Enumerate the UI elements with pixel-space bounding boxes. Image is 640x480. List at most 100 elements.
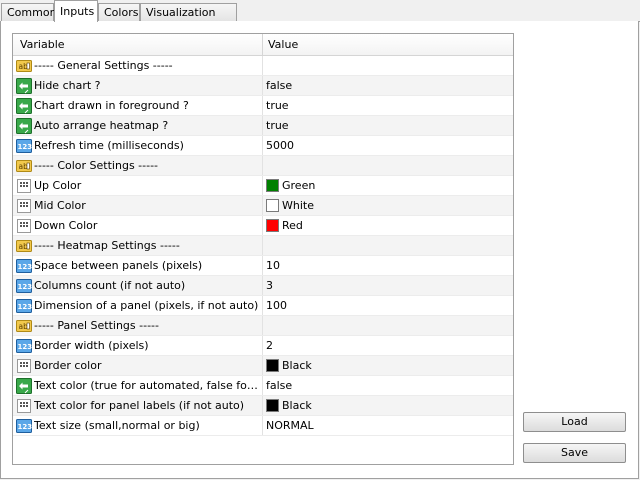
variable-cell[interactable]: ab ----- General Settings ----- — [13, 56, 263, 75]
value-text: Red — [282, 219, 303, 232]
grid-rows: ab ----- General Settings ----- Hide chart… — [13, 56, 513, 436]
value-cell[interactable]: 10 — [264, 256, 513, 275]
text-param-icon: ab — [16, 238, 32, 254]
value-cell[interactable]: true — [264, 116, 513, 135]
value-text: 10 — [266, 259, 280, 272]
load-button[interactable]: Load — [523, 412, 626, 432]
value-cell[interactable]: false — [264, 376, 513, 395]
tab-inputs[interactable]: Inputs — [54, 0, 98, 22]
value-text: false — [266, 79, 293, 92]
grid-row[interactable]: ab ----- Heatmap Settings ----- — [13, 236, 513, 256]
value-cell[interactable]: 100 — [264, 296, 513, 315]
variable-cell[interactable]: Auto arrange heatmap ? — [13, 116, 263, 135]
variable-cell[interactable]: Down Color — [13, 216, 263, 235]
value-cell[interactable] — [264, 236, 513, 255]
value-cell[interactable]: 3 — [264, 276, 513, 295]
variable-cell[interactable]: Up Color — [13, 176, 263, 195]
value-text: true — [266, 119, 289, 132]
grid-row[interactable]: ab ----- Color Settings ----- — [13, 156, 513, 176]
color-swatch[interactable] — [266, 179, 279, 192]
grid-row[interactable]: 123 Space between panels (pixels) 10 — [13, 256, 513, 276]
variable-cell[interactable]: 123 Text size (small,normal or big) — [13, 416, 263, 435]
tab-colors[interactable]: Colors — [98, 3, 140, 21]
inputs-grid: Variable Value ab ----- General Settings … — [12, 33, 514, 465]
variable-cell[interactable]: 123 Dimension of a panel (pixels, if not … — [13, 296, 263, 315]
svg-text:ab: ab — [19, 162, 29, 171]
value-cell[interactable]: NORMAL — [264, 416, 513, 435]
grid-row[interactable]: ab ----- Panel Settings ----- — [13, 316, 513, 336]
grid-row[interactable]: Mid Color White — [13, 196, 513, 216]
variable-cell[interactable]: ab ----- Heatmap Settings ----- — [13, 236, 263, 255]
variable-cell[interactable]: ab ----- Panel Settings ----- — [13, 316, 263, 335]
value-text: 5000 — [266, 139, 294, 152]
variable-name: Text color (true for automated, false fo… — [34, 379, 260, 392]
value-cell[interactable]: 5000 — [264, 136, 513, 155]
variable-name: Up Color — [34, 179, 82, 192]
value-text: Green — [282, 179, 316, 192]
value-cell[interactable] — [264, 316, 513, 335]
variable-cell[interactable]: Mid Color — [13, 196, 263, 215]
value-cell[interactable]: false — [264, 76, 513, 95]
value-text: Black — [282, 359, 312, 372]
variable-cell[interactable]: 123 Columns count (if not auto) — [13, 276, 263, 295]
variable-name: Columns count (if not auto) — [34, 279, 186, 292]
variable-cell[interactable]: Text color for panel labels (if not auto… — [13, 396, 263, 415]
value-cell[interactable]: Red — [264, 216, 513, 235]
variable-cell[interactable]: Hide chart ? — [13, 76, 263, 95]
variable-cell[interactable]: 123 Space between panels (pixels) — [13, 256, 263, 275]
grid-row[interactable]: ab ----- General Settings ----- — [13, 56, 513, 76]
color-swatch[interactable] — [266, 399, 279, 412]
grid-row[interactable]: Border color Black — [13, 356, 513, 376]
grid-row[interactable]: 123 Border width (pixels) 2 — [13, 336, 513, 356]
grid-row[interactable]: Chart drawn in foreground ? true — [13, 96, 513, 116]
value-cell[interactable] — [264, 56, 513, 75]
svg-text:ab: ab — [19, 242, 29, 251]
svg-text:ab: ab — [19, 322, 29, 331]
grid-row[interactable]: Auto arrange heatmap ? true — [13, 116, 513, 136]
svg-text:123: 123 — [18, 423, 33, 431]
grid-row[interactable]: Down Color Red — [13, 216, 513, 236]
value-cell[interactable]: 2 — [264, 336, 513, 355]
variable-cell[interactable]: ab ----- Color Settings ----- — [13, 156, 263, 175]
value-cell[interactable]: White — [264, 196, 513, 215]
variable-cell[interactable]: 123 Border width (pixels) — [13, 336, 263, 355]
grid-row[interactable]: Hide chart ? false — [13, 76, 513, 96]
color-swatch[interactable] — [266, 359, 279, 372]
grid-row[interactable]: Text color (true for automated, false fo… — [13, 376, 513, 396]
variable-cell[interactable]: 123 Refresh time (milliseconds) — [13, 136, 263, 155]
color-swatch[interactable] — [266, 199, 279, 212]
grid-row[interactable]: Up Color Green — [13, 176, 513, 196]
value-text: 2 — [266, 339, 273, 352]
variable-cell[interactable]: Text color (true for automated, false fo… — [13, 376, 263, 395]
grid-row[interactable]: 123 Dimension of a panel (pixels, if not … — [13, 296, 513, 316]
value-cell[interactable]: Green — [264, 176, 513, 195]
value-cell[interactable]: true — [264, 96, 513, 115]
color-param-icon — [16, 358, 32, 374]
value-cell[interactable] — [264, 156, 513, 175]
header-value[interactable]: Value — [264, 34, 513, 55]
variable-name: Border color — [34, 359, 102, 372]
color-swatch[interactable] — [266, 219, 279, 232]
svg-text:123: 123 — [18, 283, 33, 291]
variable-name: Refresh time (milliseconds) — [34, 139, 184, 152]
variable-name: Text size (small,normal or big) — [34, 419, 200, 432]
number-param-icon: 123 — [16, 418, 32, 434]
variable-cell[interactable]: Chart drawn in foreground ? — [13, 96, 263, 115]
number-param-icon: 123 — [16, 278, 32, 294]
color-param-icon — [16, 198, 32, 214]
tab-visualization[interactable]: Visualization — [140, 3, 237, 21]
header-variable[interactable]: Variable — [13, 34, 263, 55]
svg-text:ab: ab — [19, 62, 29, 71]
text-param-icon: ab — [16, 318, 32, 334]
grid-row[interactable]: Text color for panel labels (if not auto… — [13, 396, 513, 416]
grid-row[interactable]: 123 Refresh time (milliseconds) 5000 — [13, 136, 513, 156]
value-cell[interactable]: Black — [264, 396, 513, 415]
tab-common[interactable]: Common — [1, 3, 57, 21]
grid-header: Variable Value — [13, 34, 513, 56]
grid-row[interactable]: 123 Text size (small,normal or big) NORMAL — [13, 416, 513, 436]
grid-row[interactable]: 123 Columns count (if not auto) 3 — [13, 276, 513, 296]
bool-param-icon — [16, 378, 32, 394]
value-cell[interactable]: Black — [264, 356, 513, 375]
save-button[interactable]: Save — [523, 443, 626, 463]
variable-cell[interactable]: Border color — [13, 356, 263, 375]
